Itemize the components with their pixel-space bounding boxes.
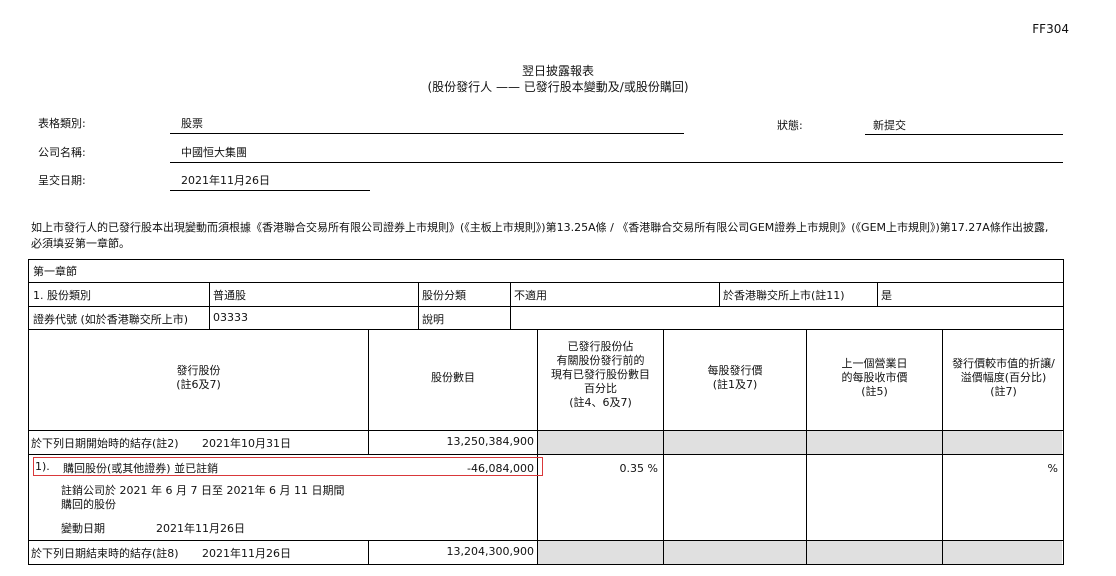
date-underline [170,190,370,191]
change-date-value: 2021年11月26日 [156,522,245,535]
row-line [28,282,1064,283]
disclosure-note: 如上市發行人的已發行股本出現變動而須根據《香港聯合交易所有限公司證券上市規則》(… [31,221,1049,250]
event-detail: 註銷公司於 2021 年 6 月 7 日至 2021年 6 月 11 日期間 購… [61,484,345,511]
form-type-label: 表格類別: [38,117,86,130]
date-label: 呈交日期: [38,174,86,187]
company-underline [170,162,1063,163]
row-line [28,329,1064,330]
event-number: 1). [35,460,50,473]
company-label: 公司名稱: [38,146,86,159]
col-header-close: 上一個營業日 的每股收市價 (註5) [841,357,908,398]
stock-code-value: 03333 [213,311,248,324]
event-label: 購回股份(或其他證券) 並已註銷 [63,462,219,475]
opening-balance-value: 13,250,384,900 [446,435,534,448]
form-type-underline [170,133,684,134]
row-line [28,540,1064,541]
stock-code-label: 證券代號 (如於香港聯交所上市) [33,313,189,326]
opening-balance-label: 於下列日期開始時的結存(註2) [31,437,179,450]
opening-balance-date: 2021年10月31日 [202,437,291,450]
form-type-value: 股票 [181,117,203,130]
listed-label: 於香港聯交所上市(註11) [723,289,845,302]
row-line [28,306,1064,307]
closing-shade [537,541,1062,564]
col-header-count: 股份數目 [431,371,475,384]
row-line [28,430,1064,431]
category-label: 股份分類 [422,289,466,302]
closing-balance-value: 13,204,300,900 [446,545,534,558]
description-label: 說明 [422,313,444,326]
col-header-issued: 發行股份 (註6及7) [176,364,221,391]
category-value: 不適用 [514,289,547,302]
col-header-percent: 已發行股份佔 有關股份發行前的 現有已發行股份數目 百分比 (註4、6及7) [551,340,650,409]
col-line [877,282,878,306]
row-line [28,454,1064,455]
col-line [719,282,720,306]
col-line [209,282,210,329]
col-line [418,282,419,329]
page-title: 翌日披露報表 [521,64,594,78]
col-line [510,282,511,329]
change-date-label: 變動日期 [61,522,105,535]
listed-value: 是 [881,289,892,302]
closing-balance-label: 於下列日期結束時的結存(註8) [31,547,179,560]
date-value: 2021年11月26日 [181,174,270,187]
class-label: 1. 股份類別 [33,289,91,302]
col-header-price: 每股發行價 (註1及7) [707,364,763,391]
class-value: 普通股 [213,289,246,302]
section-title: 第一章節 [33,265,77,278]
status-underline [865,134,1063,135]
event-discount: % [1047,462,1058,475]
status-label: 狀態: [777,119,803,132]
company-value: 中國恒大集團 [181,146,247,159]
event-value: -46,084,000 [467,462,534,475]
form-code: FF304 [1032,22,1069,36]
status-value: 新提交 [873,119,906,132]
opening-shade [537,431,1062,454]
event-percent: 0.35 % [619,462,658,475]
closing-balance-date: 2021年11月26日 [202,547,291,560]
page-subtitle: (股份發行人 —— 已發行股本變動及/或股份購回) [427,80,689,94]
col-header-discount: 發行價較市值的折讓/ 溢價幅度(百分比) (註7) [952,357,1055,398]
